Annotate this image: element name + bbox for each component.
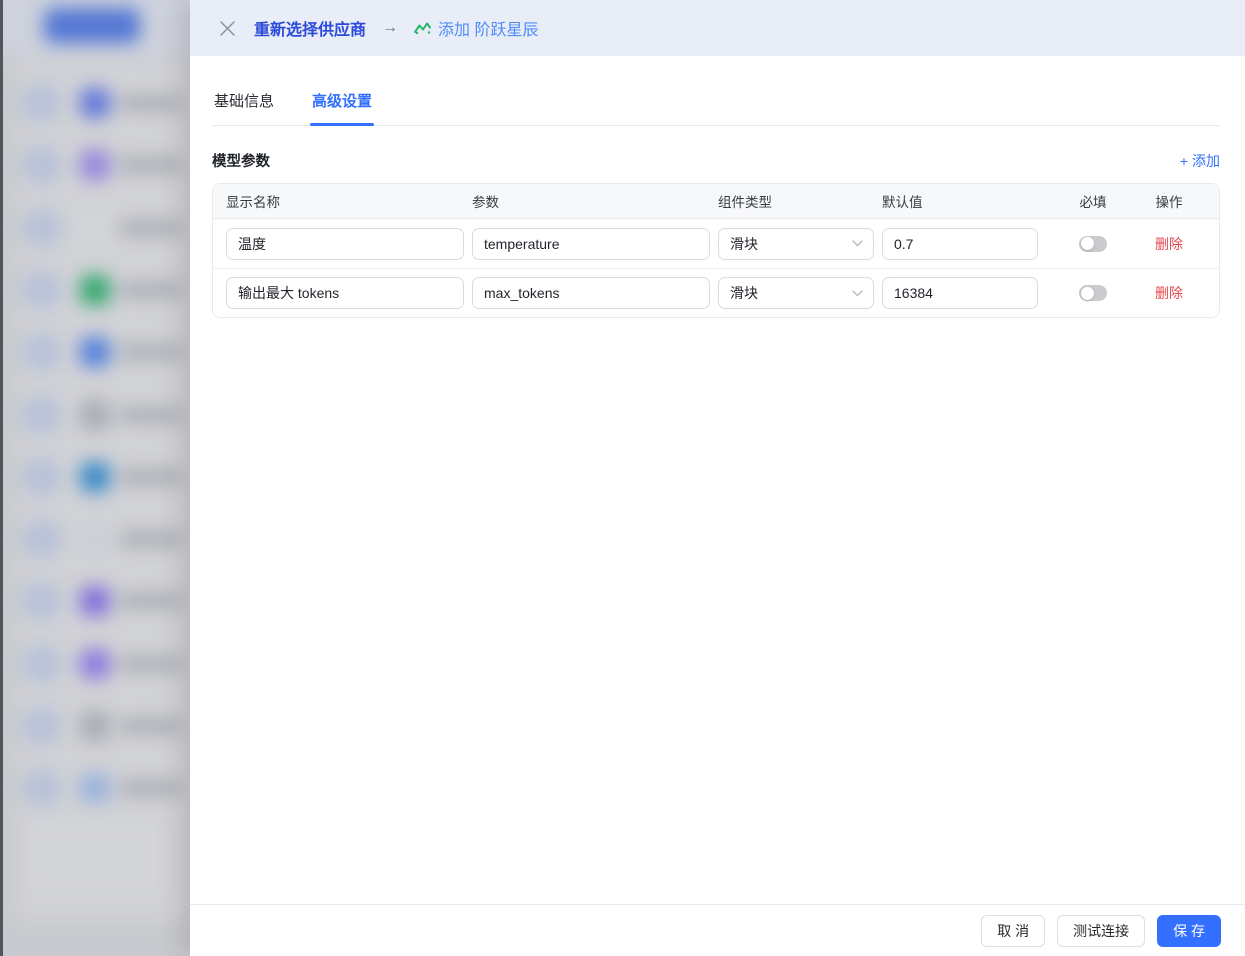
- required-toggle[interactable]: [1079, 236, 1107, 252]
- provider-logo-icon: [414, 21, 431, 35]
- chevron-down-icon: [852, 240, 863, 247]
- col-header-action: 操作: [1132, 191, 1206, 211]
- table-header-row: 显示名称 参数 组件类型 默认值 必填 操作: [213, 184, 1219, 219]
- col-header-display-name: 显示名称: [226, 191, 472, 211]
- component-type-select[interactable]: 滑块: [718, 277, 874, 309]
- component-type-value: 滑块: [730, 283, 758, 303]
- delete-row-button[interactable]: 删除: [1155, 234, 1183, 254]
- table-row: 滑块 删除: [213, 268, 1219, 317]
- default-value-input[interactable]: [882, 277, 1038, 309]
- param-input[interactable]: [472, 277, 710, 309]
- test-connection-button[interactable]: 测试连接: [1057, 915, 1145, 947]
- save-button[interactable]: 保 存: [1157, 915, 1221, 947]
- display-name-input[interactable]: [226, 228, 464, 260]
- table-row: 滑块 删除: [213, 219, 1219, 268]
- cancel-button[interactable]: 取 消: [981, 915, 1045, 947]
- chevron-down-icon: [852, 290, 863, 297]
- add-param-button[interactable]: + 添加: [1180, 151, 1220, 171]
- provider-config-drawer: 重新选择供应商 → 添加 阶跃星辰 基础信息 高级设置 模型参数 + 添加 显示…: [190, 0, 1245, 956]
- col-header-required: 必填: [1054, 191, 1132, 211]
- close-icon[interactable]: [218, 19, 236, 37]
- param-input[interactable]: [472, 228, 710, 260]
- modal-overlay: [0, 0, 190, 956]
- drawer-header: 重新选择供应商 → 添加 阶跃星辰: [190, 0, 1245, 56]
- drawer-footer: 取 消 测试连接 保 存: [190, 904, 1245, 956]
- backdrop-app: [0, 0, 190, 956]
- component-type-select[interactable]: 滑块: [718, 228, 874, 260]
- model-params-table: 显示名称 参数 组件类型 默认值 必填 操作 滑块 删除: [212, 183, 1220, 318]
- page-title: 添加 阶跃星辰: [438, 16, 538, 40]
- delete-row-button[interactable]: 删除: [1155, 283, 1183, 303]
- default-value-input[interactable]: [882, 228, 1038, 260]
- toggle-knob: [1081, 287, 1094, 300]
- component-type-value: 滑块: [730, 234, 758, 254]
- col-header-component-type: 组件类型: [718, 191, 882, 211]
- display-name-input[interactable]: [226, 277, 464, 309]
- model-params-section-header: 模型参数 + 添加: [212, 150, 1220, 171]
- breadcrumb-reselect-provider[interactable]: 重新选择供应商: [254, 16, 366, 40]
- tab-basic-info[interactable]: 基础信息: [212, 86, 276, 125]
- required-toggle[interactable]: [1079, 285, 1107, 301]
- toggle-knob: [1081, 237, 1094, 250]
- breadcrumb-current-step: 添加 阶跃星辰: [414, 16, 538, 40]
- breadcrumb-arrow-icon: →: [382, 19, 398, 37]
- drawer-content: 基础信息 高级设置 模型参数 + 添加 显示名称 参数 组件类型 默认值 必填 …: [190, 56, 1245, 904]
- col-header-default-value: 默认值: [882, 191, 1054, 211]
- tab-bar: 基础信息 高级设置: [212, 86, 1220, 126]
- tab-advanced-settings[interactable]: 高级设置: [310, 86, 374, 125]
- col-header-param: 参数: [472, 191, 718, 211]
- section-title: 模型参数: [212, 150, 270, 171]
